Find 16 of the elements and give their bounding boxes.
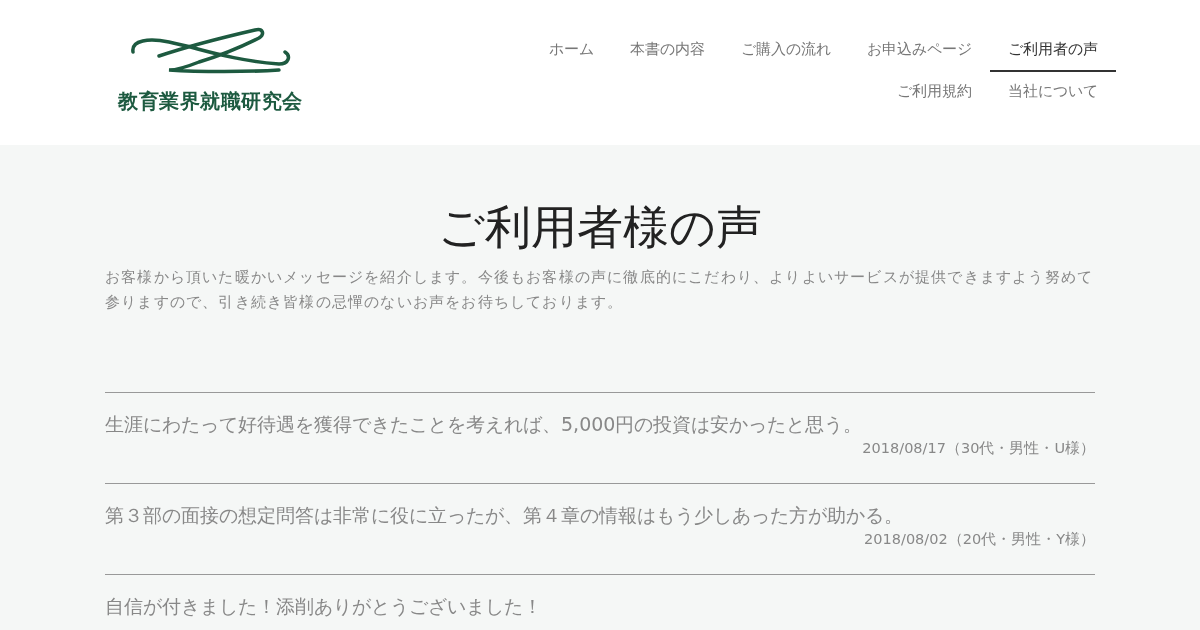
- nav-link[interactable]: 本書の内容: [612, 30, 723, 72]
- nav-link[interactable]: ご利用者の声: [990, 30, 1116, 72]
- testimonial-text: 第３部の面接の想定問答は非常に役に立ったが、第４章の情報はもう少しあった方が助かる。: [105, 503, 904, 528]
- logo-icon: [129, 26, 292, 76]
- testimonial-text: 生涯にわたって好待遇を獲得できたことを考えれば、5,000円の投資は安かったと思う。: [105, 412, 864, 437]
- nav-link[interactable]: お申込みページ: [849, 30, 990, 72]
- nav-link[interactable]: ご購入の流れ: [723, 30, 849, 72]
- testimonial-text: 自信が付きました！添削ありがとうございました！: [105, 594, 543, 619]
- testimonial-meta: 2018/08/02（20代・男性・Y様）: [864, 530, 1095, 549]
- testimonial-meta: 2018/08/17（30代・男性・U様）: [862, 439, 1095, 458]
- nav-link[interactable]: ご利用規約: [879, 72, 990, 114]
- page-title: ご利用者様の声: [437, 199, 763, 256]
- nav-link[interactable]: 当社について: [990, 72, 1116, 114]
- intro-text: お客様から頂いた暖かいメッセージを紹介します。今後もお客様の声に徹底的にこだわり、よりよいサービスが提供できますよう努めて参りますので、引き続き皆様の忌憚のないお声をお待ちしております。: [105, 267, 1095, 313]
- nav-link[interactable]: ホーム: [531, 30, 612, 72]
- logo-text: 教育業界就職研究会: [118, 88, 303, 115]
